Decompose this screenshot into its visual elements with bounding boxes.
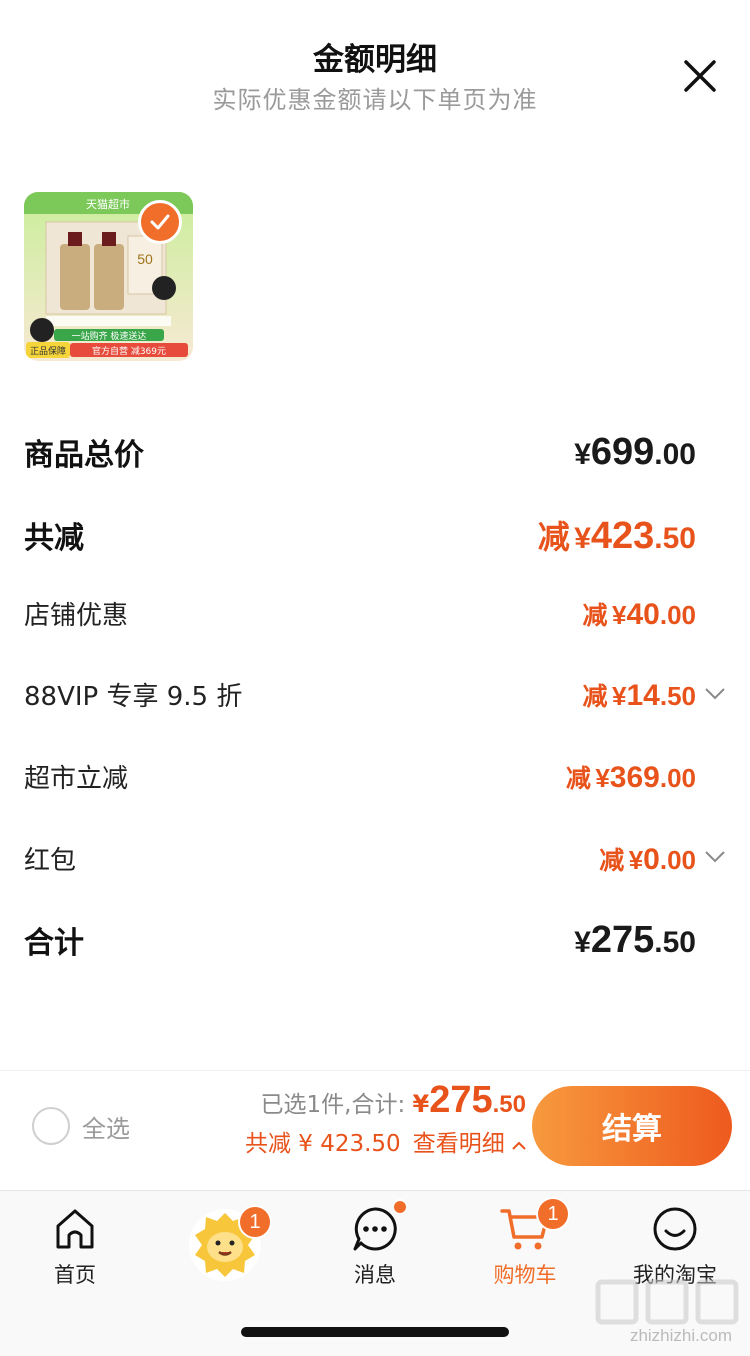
tab-label: 首页 bbox=[54, 1263, 96, 1287]
row-market-discount: 超市立减 减 ¥369.00 bbox=[24, 758, 696, 795]
select-all-radio[interactable] bbox=[32, 1107, 70, 1145]
row-amount: ¥699.00 bbox=[574, 430, 696, 473]
row-amount: 减 ¥369.00 bbox=[565, 760, 696, 794]
row-label: 红包 bbox=[24, 846, 77, 876]
selected-count-text: 已选1件,合计: bbox=[260, 1092, 406, 1118]
select-all-toggle[interactable]: 全选 bbox=[32, 1107, 130, 1145]
row-label: 店铺优惠 bbox=[24, 601, 129, 631]
row-label: 超市立减 bbox=[24, 764, 129, 794]
chevron-down-icon[interactable] bbox=[704, 687, 726, 701]
tab-cart[interactable]: 购物车 bbox=[455, 1203, 595, 1289]
row-store-discount: 店铺优惠 减 ¥40.00 bbox=[24, 595, 696, 632]
page-title: 金额明细 bbox=[313, 42, 437, 78]
page-subtitle: 实际优惠金额请以下单页为准 bbox=[212, 86, 538, 114]
tab-home[interactable]: 首页 bbox=[5, 1203, 145, 1289]
store-tag: 天猫超市 bbox=[86, 197, 130, 211]
checkout-bar: 全选 已选1件,合计: ¥275.50 共减 ¥ 423.50 查看明细 结算 bbox=[0, 1070, 750, 1190]
row-label: 88VIP 专享 9.5 折 bbox=[24, 682, 243, 712]
tab-label: 消息 bbox=[354, 1263, 396, 1287]
tab-label: 购物车 bbox=[493, 1263, 557, 1287]
guarantee-tag: 正品保障 bbox=[30, 345, 66, 357]
row-amount: 减 ¥14.50 bbox=[582, 678, 696, 712]
sheet-header: 金额明细 实际优惠金额请以下单页为准 bbox=[0, 0, 750, 120]
row-grand-total: 合计 ¥275.50 bbox=[24, 918, 696, 962]
close-button[interactable] bbox=[680, 56, 720, 96]
row-amount: ¥275.50 bbox=[574, 918, 696, 961]
gift-amount: 50 bbox=[137, 251, 153, 267]
tab-mascot[interactable] bbox=[155, 1203, 295, 1283]
row-item-total: 商品总价 ¥699.00 bbox=[24, 430, 696, 474]
row-total-discount: 共减 减 ¥423.50 bbox=[24, 512, 696, 558]
row-amount: 减 ¥0.00 bbox=[599, 842, 696, 876]
row-label: 商品总价 bbox=[24, 438, 144, 473]
row-amount: 减 ¥40.00 bbox=[582, 597, 696, 631]
message-icon bbox=[353, 1207, 397, 1251]
selected-check-badge[interactable] bbox=[138, 200, 182, 244]
row-red-packet[interactable]: 红包 减 ¥0.00 bbox=[24, 840, 696, 877]
close-icon bbox=[684, 60, 716, 92]
profile-icon bbox=[653, 1207, 697, 1251]
row-88vip-discount[interactable]: 88VIP 专享 9.5 折 减 ¥14.50 bbox=[24, 676, 696, 713]
tab-messages[interactable]: 消息 bbox=[305, 1203, 445, 1289]
summary-total-dec: .50 bbox=[492, 1091, 526, 1118]
message-unread-dot bbox=[392, 1199, 408, 1215]
select-all-label: 全选 bbox=[82, 1114, 130, 1143]
watermark-text: zhizhizhi.com bbox=[629, 1326, 732, 1345]
mascot-badge: 1 bbox=[238, 1205, 272, 1239]
row-label: 合计 bbox=[24, 926, 84, 961]
product-banner-1: 一站购齐 极速送达 bbox=[72, 330, 147, 342]
row-amount: 减 ¥423.50 bbox=[537, 515, 696, 557]
summary-total-int: 275 bbox=[429, 1079, 493, 1121]
saved-amount-text: 共减 ¥ 423.50 bbox=[244, 1131, 401, 1157]
product-banner-2: 官方自营 减369元 bbox=[92, 345, 166, 357]
row-label: 共减 bbox=[24, 521, 84, 556]
chevron-down-icon[interactable] bbox=[704, 850, 726, 864]
view-details-link[interactable]: 查看明细 bbox=[413, 1131, 526, 1157]
checkout-button[interactable]: 结算 bbox=[532, 1086, 732, 1166]
chevron-up-icon bbox=[512, 1141, 526, 1150]
order-summary: 已选1件,合计: ¥275.50 共减 ¥ 423.50 查看明细 bbox=[245, 1079, 526, 1158]
cart-badge: 1 bbox=[536, 1197, 570, 1231]
currency-symbol: ¥ bbox=[412, 1090, 430, 1118]
check-icon bbox=[150, 214, 170, 230]
home-icon bbox=[56, 1209, 94, 1249]
home-indicator bbox=[241, 1327, 509, 1337]
